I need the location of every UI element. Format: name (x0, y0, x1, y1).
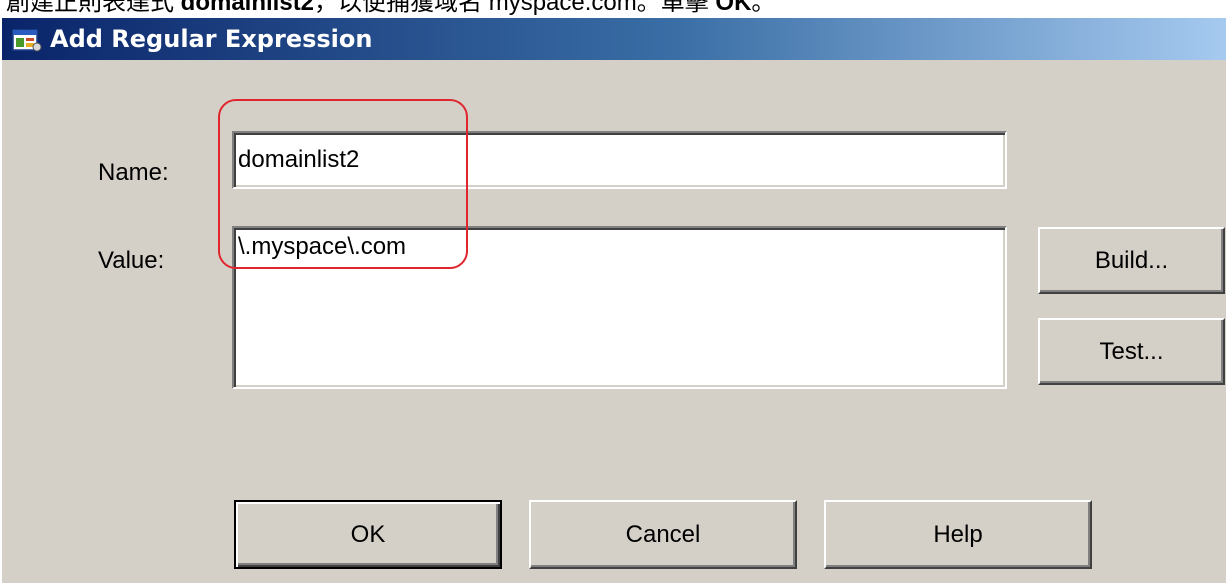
build-button[interactable]: Build... (1038, 227, 1225, 294)
add-regular-expression-dialog: Add Regular Expression Name: Value: \.my… (0, 18, 1226, 583)
name-input[interactable] (232, 131, 1007, 189)
value-textarea[interactable]: \.myspace\.com (232, 226, 1007, 389)
caption-suffix: 。 (751, 0, 776, 16)
test-button[interactable]: Test... (1038, 318, 1225, 385)
value-label: Value: (98, 247, 165, 274)
name-label: Name: (98, 159, 169, 186)
title-bar[interactable]: Add Regular Expression (2, 18, 1226, 60)
app-window-icon (12, 27, 42, 53)
help-button[interactable]: Help (824, 500, 1092, 569)
caption-name: domainlist2 (180, 0, 315, 16)
instruction-caption: 創建正則表達式 domainlist2，以便捕獲域名 myspace.com。單… (6, 0, 775, 18)
dialog-title: Add Regular Expression (50, 25, 373, 53)
cancel-button[interactable]: Cancel (529, 500, 797, 569)
caption-ok: OK (715, 0, 752, 16)
caption-middle: ，以便捕獲域名 myspace.com。單擊 (314, 0, 716, 16)
ok-button[interactable]: OK (234, 500, 502, 569)
caption-prefix: 創建正則表達式 (6, 0, 181, 16)
